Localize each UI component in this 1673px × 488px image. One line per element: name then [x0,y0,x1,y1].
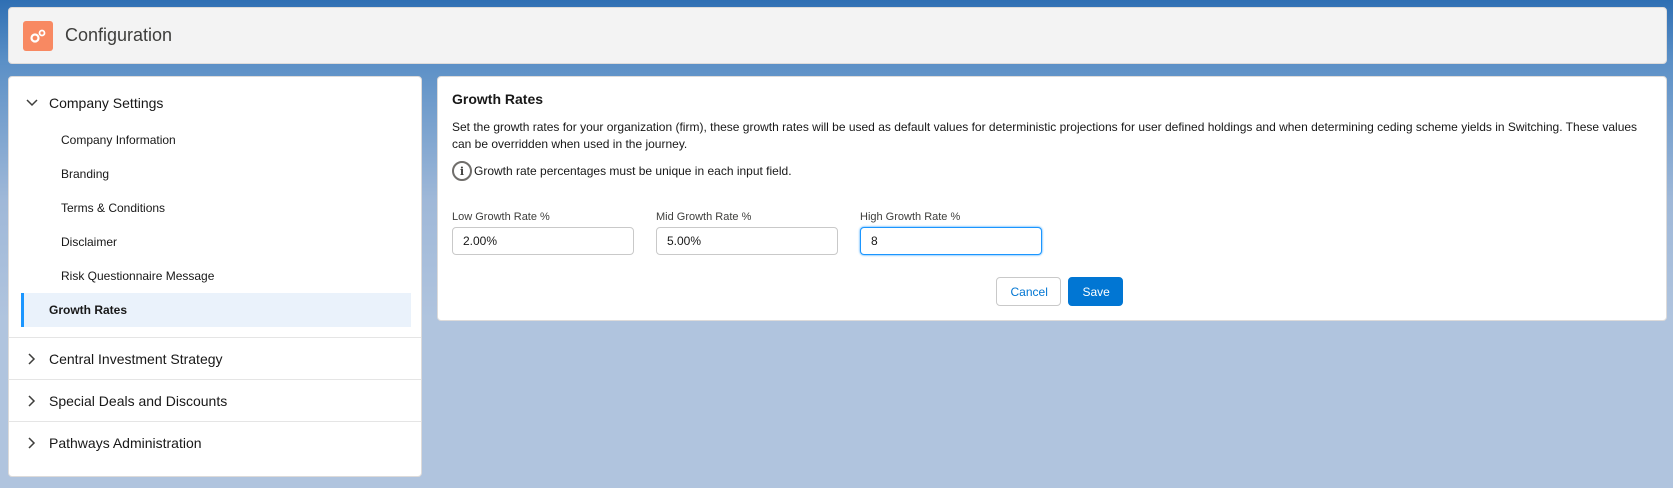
sidebar-item-risk-questionnaire-message[interactable]: Risk Questionnaire Message [21,259,411,293]
save-button[interactable]: Save [1067,277,1123,306]
chevron-right-icon [23,436,41,449]
section-label: Special Deals and Discounts [49,392,228,409]
field-label: High Growth Rate % [860,211,961,223]
sidebar-item-label: Disclaimer [61,235,118,249]
section-company-settings[interactable]: Company Settings [9,83,421,123]
sidebar: Company Settings Company Information Bra… [8,76,422,477]
section-pathways-administration[interactable]: Pathways Administration [9,422,421,463]
info-icon: i [452,161,472,181]
sidebar-item-label: Branding [61,167,110,181]
sidebar-item-branding[interactable]: Branding [21,157,411,191]
chevron-right-icon [23,352,41,365]
gears-icon [23,20,53,51]
sidebar-item-label: Company Information [61,133,176,147]
panel-title: Growth Rates [452,91,544,107]
section-special-deals-discounts[interactable]: Special Deals and Discounts [9,380,421,421]
section-label: Pathways Administration [49,434,202,451]
low-growth-rate-input[interactable] [452,227,634,255]
chevron-right-icon [23,394,41,407]
info-text: Growth rate percentages must be unique i… [474,164,792,178]
growth-rate-fields: Low Growth Rate % Mid Growth Rate % High… [452,211,1652,255]
sidebar-item-disclaimer[interactable]: Disclaimer [21,225,411,259]
sidebar-item-label: Risk Questionnaire Message [61,269,215,283]
panel-description: Set the growth rates for your organizati… [452,120,1638,151]
mid-growth-rate-field: Mid Growth Rate % [656,211,838,255]
low-growth-rate-field: Low Growth Rate % [452,211,634,255]
high-growth-rate-input[interactable] [860,227,1042,255]
info-message: i Growth rate percentages must be unique… [452,161,1652,181]
high-growth-rate-field: High Growth Rate % [860,211,1042,255]
sidebar-item-terms-conditions[interactable]: Terms & Conditions [21,191,411,225]
cancel-button[interactable]: Cancel [995,277,1061,306]
app-header: Configuration [8,7,1667,64]
sidebar-item-label: Terms & Conditions [61,201,166,215]
chevron-down-icon [23,99,41,107]
field-label: Low Growth Rate % [452,211,550,223]
section-label: Company Settings [49,95,164,111]
section-label: Central Investment Strategy [49,350,223,367]
sidebar-item-label: Growth Rates [49,303,128,317]
mid-growth-rate-input[interactable] [656,227,838,255]
form-actions: Cancel Save [452,277,1652,306]
sidebar-item-growth-rates[interactable]: Growth Rates [21,293,411,327]
page-title: Configuration [65,25,173,45]
growth-rates-panel: Growth Rates Set the growth rates for yo… [437,76,1667,321]
field-label: Mid Growth Rate % [656,211,752,223]
section-central-investment-strategy[interactable]: Central Investment Strategy [9,338,421,379]
sidebar-item-company-information[interactable]: Company Information [21,123,411,157]
